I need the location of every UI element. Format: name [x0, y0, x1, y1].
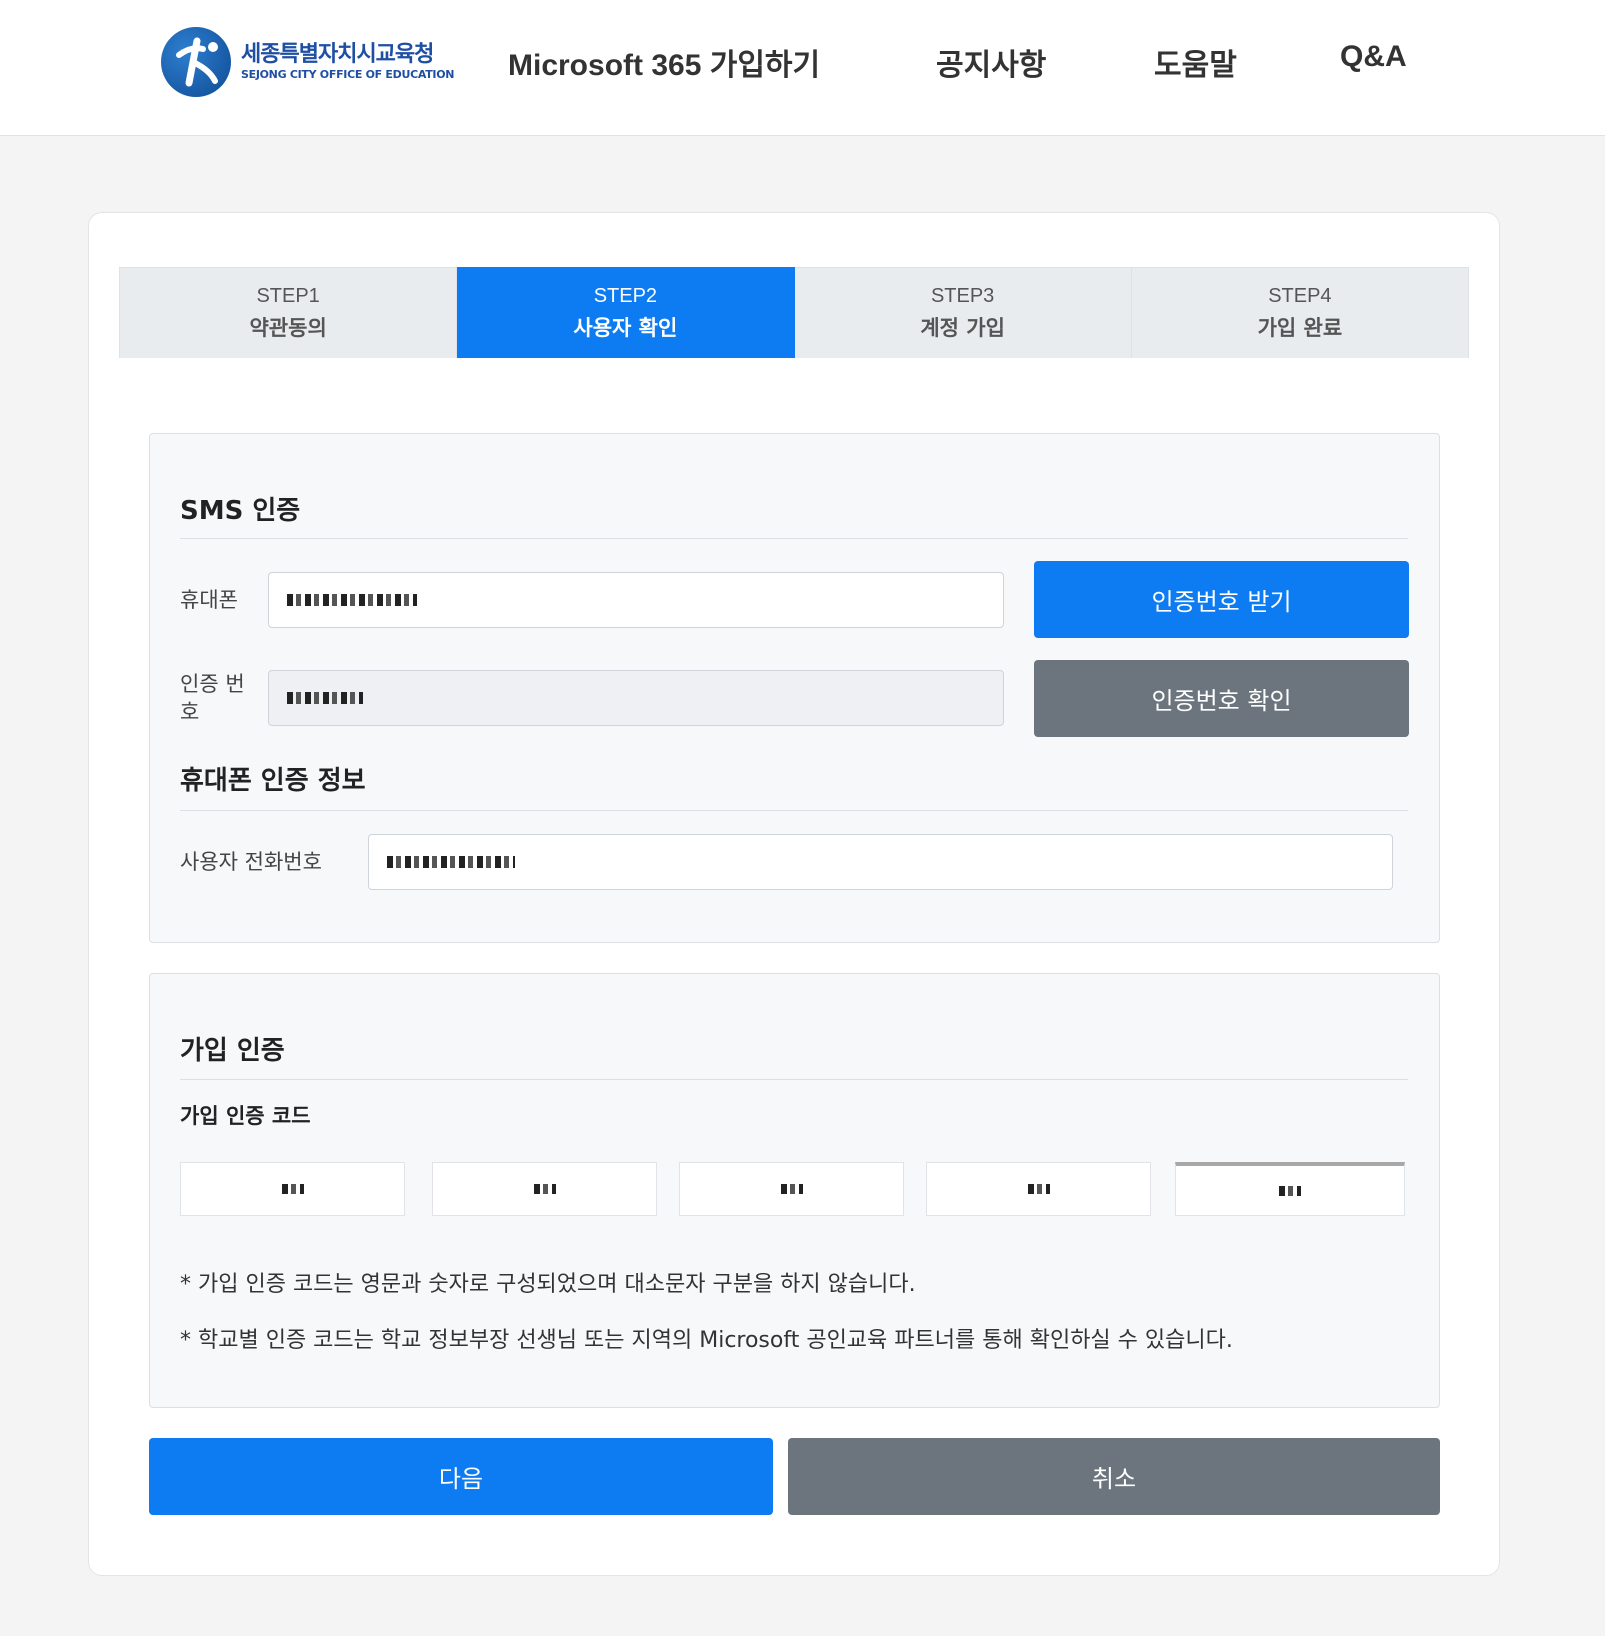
logo-english-text: SEJONG CITY OFFICE OF EDUCATION: [241, 68, 455, 81]
masked-code-segment: [533, 1184, 556, 1194]
masked-code-value: [287, 692, 363, 704]
user-phone-input[interactable]: [368, 834, 1393, 890]
divider: [180, 810, 1408, 811]
step-label: 가입 완료: [1257, 316, 1343, 340]
divider: [180, 538, 1408, 539]
sms-auth-panel: SMS 인증 휴대폰 인증번호 받기 인증 번호 인증번호 확인 휴대폰 인증 …: [149, 433, 1440, 943]
step-number: STEP2: [593, 285, 658, 307]
step-indicator: STEP1 약관동의 STEP2 사용자 확인 STEP3 계정 가입 STEP…: [119, 267, 1469, 358]
nav-microsoft365-signup[interactable]: Microsoft 365 가입하기: [508, 40, 820, 84]
join-auth-title: 가입 인증: [180, 1036, 285, 1066]
step-label: 사용자 확인: [573, 316, 678, 340]
masked-phone-value: [287, 594, 417, 606]
step-1: STEP1 약관동의: [119, 267, 458, 358]
site-header: 세종특별자치시교육청 SEJONG CITY OFFICE OF EDUCATI…: [0, 0, 1605, 136]
step-label: 계정 가입: [920, 316, 1005, 340]
join-code-input-2[interactable]: [432, 1162, 657, 1216]
join-code-note-1: * 가입 인증 코드는 영문과 숫자로 구성되었으며 대소문자 구분을 하지 않…: [180, 1272, 916, 1297]
phone-label: 휴대폰: [180, 588, 238, 612]
step-3: STEP3 계정 가입: [794, 267, 1132, 358]
step-4: STEP4 가입 완료: [1131, 267, 1469, 358]
masked-code-segment: [1027, 1184, 1050, 1194]
step-number: STEP1: [256, 285, 320, 307]
sms-auth-title: SMS 인증: [180, 496, 301, 526]
verification-code-input[interactable]: [268, 670, 1004, 726]
nav-qna[interactable]: Q&A: [1340, 40, 1407, 74]
step-number: STEP4: [1268, 285, 1332, 307]
verify-code-button[interactable]: 인증번호 확인: [1034, 660, 1409, 737]
masked-code-segment: [780, 1184, 803, 1194]
divider: [180, 1079, 1408, 1080]
join-code-input-1[interactable]: [180, 1162, 405, 1216]
nav-help[interactable]: 도움말: [1154, 40, 1237, 84]
join-code-label: 가입 인증 코드: [180, 1104, 311, 1128]
user-phone-label: 사용자 전화번호: [180, 850, 322, 874]
verification-code-label: 인증 번호: [180, 672, 245, 724]
join-code-note-2: * 학교별 인증 코드는 학교 정보부장 선생님 또는 지역의 Microsof…: [180, 1328, 1233, 1353]
join-code-input-5[interactable]: [1175, 1162, 1405, 1216]
logo-korean-text: 세종특별자치시교육청: [241, 42, 434, 67]
masked-code-segment: [281, 1184, 304, 1194]
masked-code-segment: [1279, 1185, 1301, 1196]
masked-user-phone-value: [387, 856, 515, 868]
join-code-input-4[interactable]: [926, 1162, 1151, 1216]
step-label: 약관동의: [249, 316, 327, 340]
send-code-button[interactable]: 인증번호 받기: [1034, 561, 1409, 638]
logo[interactable]: 세종특별자치시교육청 SEJONG CITY OFFICE OF EDUCATI…: [161, 27, 454, 97]
step-2: STEP2 사용자 확인: [457, 267, 795, 358]
phone-info-title: 휴대폰 인증 정보: [180, 766, 366, 796]
next-button[interactable]: 다음: [149, 1438, 773, 1515]
phone-input[interactable]: [268, 572, 1004, 628]
nav-notice[interactable]: 공지사항: [936, 40, 1046, 84]
join-code-input-3[interactable]: [679, 1162, 904, 1216]
step-number: STEP3: [930, 285, 995, 307]
sejong-emblem-icon: [161, 27, 231, 97]
cancel-button[interactable]: 취소: [788, 1438, 1440, 1515]
